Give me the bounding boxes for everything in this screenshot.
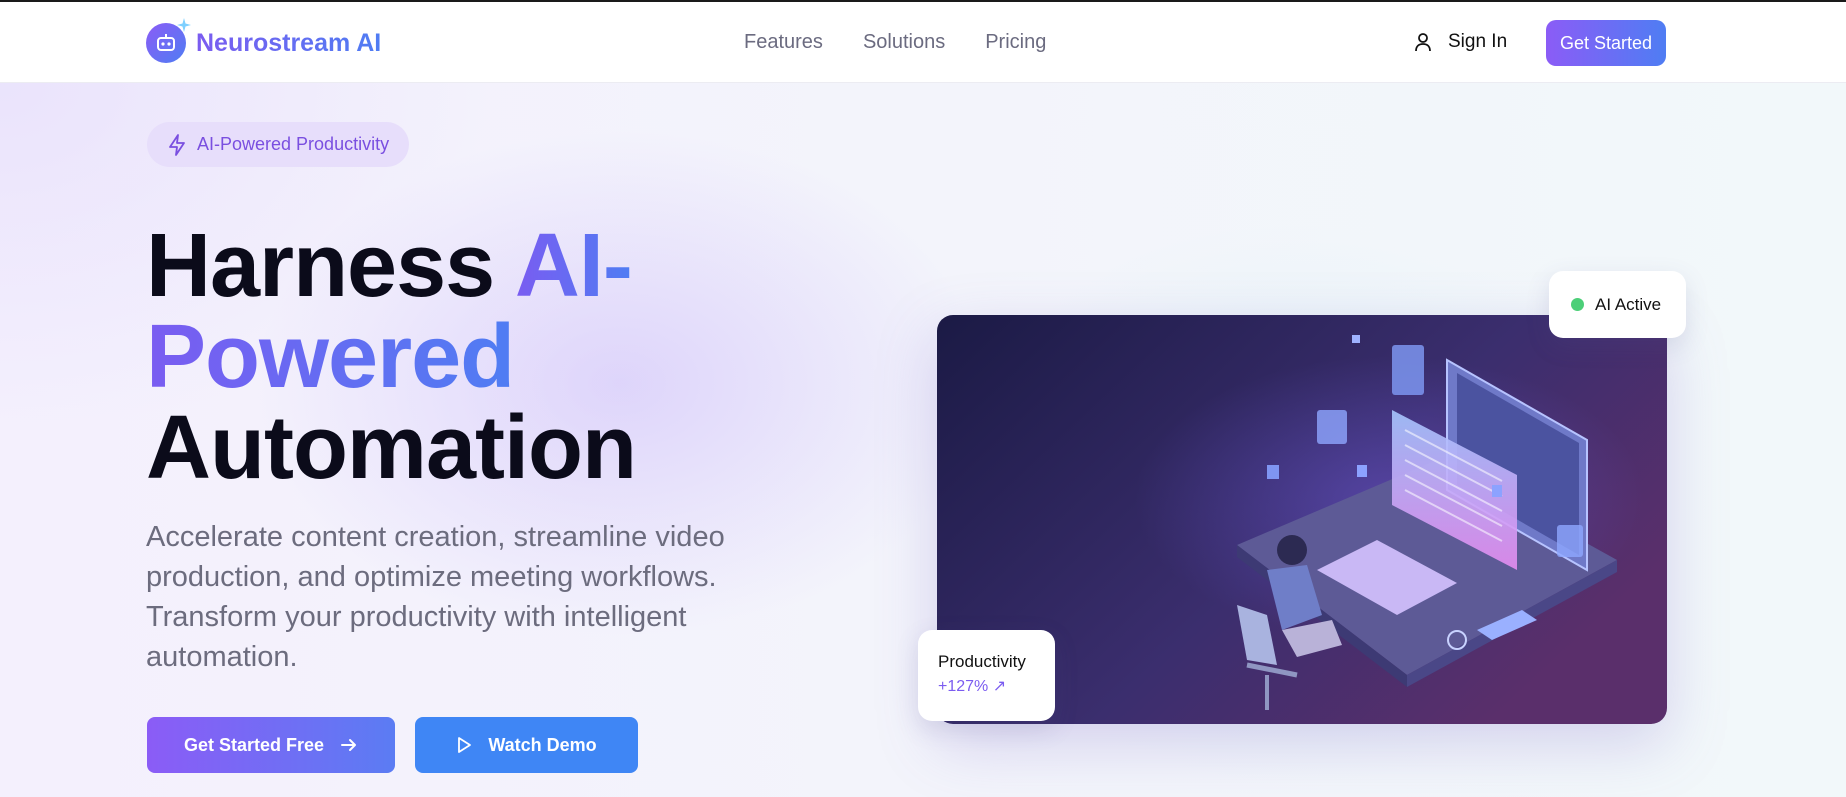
brand-logo-link[interactable]: Neurostream AI [146,18,382,63]
robot-icon [146,18,191,63]
sign-in-link[interactable]: Sign In [1414,31,1507,53]
sparkle-icon [177,18,191,32]
nav-link-pricing[interactable]: Pricing [985,31,1046,54]
get-started-button[interactable]: Get Started [1546,20,1666,66]
nav-link-solutions[interactable]: Solutions [863,31,945,54]
headline-powered: Powered [146,307,515,407]
hero-subtitle: Accelerate content creation, streamline … [146,521,725,673]
lightning-icon [169,133,185,156]
get-started-free-label: Get Started Free [183,734,325,755]
headline-automation: Automation [146,398,637,498]
watch-demo-button[interactable]: Watch Demo [415,717,638,773]
get-started-free-button[interactable]: Get Started Free [147,717,395,773]
badge-label: AI-Powered Productivity [197,134,390,154]
ai-productivity-badge: AI-Powered Productivity [147,122,410,167]
hero-headline: Harness AI- Powered Automation [146,221,637,494]
navbar: Neurostream AI Features Solutions Pricin… [0,2,1846,83]
ai-active-label: AI Active [1595,294,1662,314]
sign-in-label: Sign In [1448,31,1508,52]
productivity-card: Productivity +127% ↗ [918,630,1055,721]
watch-demo-label: Watch Demo [488,734,597,755]
play-icon [458,737,472,753]
nav-link-features[interactable]: Features [744,31,823,54]
user-icon [1415,33,1431,52]
headline-ai: AI- [514,216,633,316]
brand-name: Neurostream AI [196,28,382,57]
arrow-right-icon [341,739,357,751]
ai-active-card: AI Active [1549,271,1686,338]
status-dot [1571,298,1584,311]
main-nav: Features Solutions Pricing [744,31,1046,54]
hero-section: AI-Powered Productivity Harness AI- Powe… [0,83,1846,797]
headline-harness: Harness [146,216,515,316]
productivity-value: +127% ↗ [938,678,1007,695]
productivity-label: Productivity [938,652,1026,671]
